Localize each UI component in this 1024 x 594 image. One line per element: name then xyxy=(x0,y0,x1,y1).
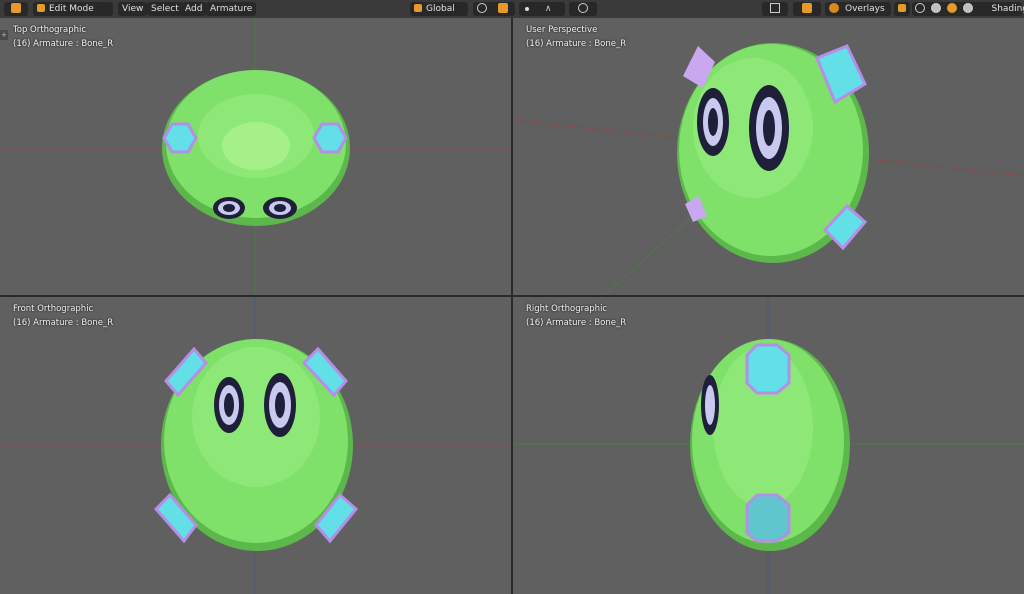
proportional-edit-group[interactable]: ∧ xyxy=(519,2,565,16)
shading-group: Shading xyxy=(912,2,1024,16)
toolbar-toggle[interactable]: + xyxy=(0,30,8,40)
front-ortho-canvas xyxy=(0,297,511,594)
overlays-button[interactable]: Overlays xyxy=(825,2,891,16)
vertical-divider[interactable] xyxy=(511,18,513,594)
menu-armature[interactable]: Armature xyxy=(206,2,257,16)
eye-side-ring xyxy=(705,385,715,425)
gizmo-toggle[interactable] xyxy=(793,2,821,16)
orientation-label: Global xyxy=(426,4,455,14)
solid-shading-icon[interactable] xyxy=(930,2,941,13)
gizmo-icon xyxy=(578,2,588,13)
hex-left xyxy=(162,122,198,154)
menu-view[interactable]: View xyxy=(118,2,148,16)
viewport-title: Right Orthographic xyxy=(526,304,608,314)
horizontal-divider[interactable] xyxy=(0,295,1024,297)
viewport-title: Top Orthographic xyxy=(13,25,87,35)
pivot-snap-group[interactable] xyxy=(473,2,515,16)
proportional-edit-icon xyxy=(525,6,529,11)
orientation-icon xyxy=(414,3,422,12)
gizmo-toggle-icon xyxy=(802,2,812,13)
eye-left-pupil xyxy=(708,108,718,136)
snap-icon xyxy=(497,2,508,13)
gizmo-button[interactable] xyxy=(569,2,597,16)
viewport-top-ortho[interactable]: Top Orthographic (16) Armature : Bone_R … xyxy=(0,18,511,295)
eye-left-pupil xyxy=(223,204,235,212)
rendered-shading-icon[interactable] xyxy=(962,2,973,13)
menu-add[interactable]: Add xyxy=(181,2,207,16)
shading-label[interactable]: Shading xyxy=(992,4,1024,14)
editor-type-icon xyxy=(11,2,21,13)
box-icon xyxy=(770,2,780,13)
eye-left-pupil xyxy=(224,393,234,417)
overlays-icon xyxy=(829,2,839,13)
viewport-title: Front Orthographic xyxy=(13,304,94,314)
hex-bottom xyxy=(745,493,791,543)
perspective-canvas xyxy=(513,43,1024,295)
body-highlight xyxy=(192,347,320,487)
viewport-user-perspective[interactable]: User Perspective (16) Armature : Bone_R xyxy=(513,18,1024,295)
hex-top xyxy=(745,343,791,395)
top-ortho-canvas xyxy=(0,18,511,295)
view-object-types-button[interactable] xyxy=(762,2,788,16)
viewport-front-ortho[interactable]: Front Orthographic (16) Armature : Bone_… xyxy=(0,297,511,594)
xray-icon xyxy=(898,3,906,12)
pivot-icon xyxy=(477,2,487,13)
body-top xyxy=(222,122,290,170)
mode-selector[interactable]: Edit Mode xyxy=(33,2,113,16)
viewport-header: Edit Mode View Select Add Armature Globa… xyxy=(0,0,1024,18)
transform-orientation[interactable]: Global xyxy=(410,2,468,16)
viewport-subtitle: (16) Armature : Bone_R xyxy=(13,318,114,328)
viewport-subtitle: (16) Armature : Bone_R xyxy=(526,318,627,328)
editor-type-button[interactable] xyxy=(4,2,28,16)
viewport-subtitle: (16) Armature : Bone_R xyxy=(13,39,114,49)
material-shading-icon[interactable] xyxy=(946,2,957,13)
overlays-label: Overlays xyxy=(845,4,885,14)
eye-right-pupil xyxy=(763,110,775,146)
right-ortho-canvas xyxy=(513,297,1024,594)
eye-right-pupil xyxy=(275,392,285,418)
xray-toggle[interactable] xyxy=(894,2,910,16)
viewport-title: User Perspective xyxy=(526,25,598,35)
menu-select[interactable]: Select xyxy=(147,2,183,16)
edit-mode-icon xyxy=(37,3,45,12)
viewport-right-ortho[interactable]: Right Orthographic (16) Armature : Bone_… xyxy=(513,297,1024,594)
mode-label: Edit Mode xyxy=(49,4,94,14)
viewport-subtitle: (16) Armature : Bone_R xyxy=(526,39,627,49)
wireframe-shading-icon[interactable] xyxy=(915,2,925,13)
falloff-icon: ∧ xyxy=(544,4,552,14)
eye-right-pupil xyxy=(274,204,286,212)
hex-right xyxy=(312,122,348,154)
